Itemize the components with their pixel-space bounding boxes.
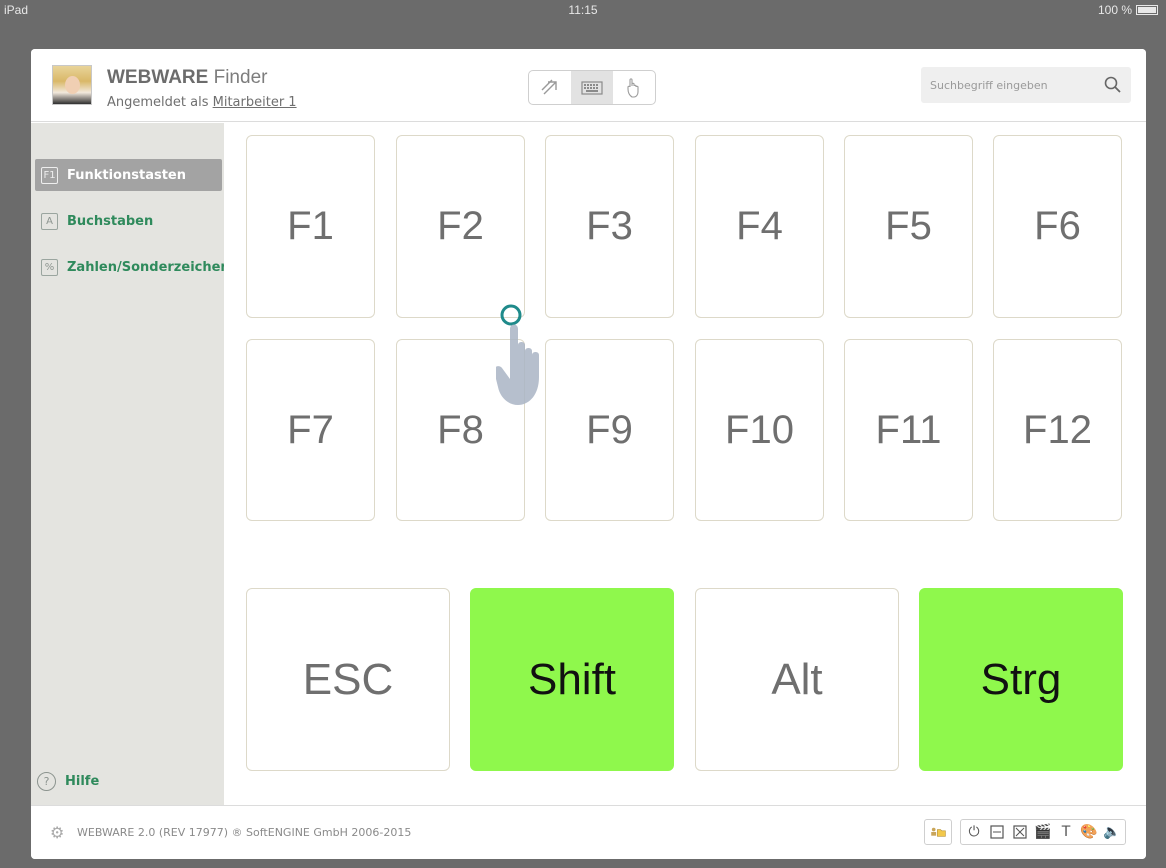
user-link[interactable]: Mitarbeiter 1	[213, 95, 297, 110]
key-f11[interactable]: F11	[844, 339, 973, 521]
battery-percent: 100 %	[1097, 3, 1132, 17]
app-title: WEBWARE Finder	[107, 67, 268, 88]
key-shift[interactable]: Shift	[470, 588, 674, 771]
hand-touch-icon	[627, 77, 639, 98]
sidebar-item-zahlen[interactable]: % Zahlen/Sonderzeichen	[35, 251, 224, 283]
battery-icon	[1136, 5, 1158, 15]
key-f1[interactable]: F1	[246, 135, 375, 318]
function-key-icon: F1	[41, 166, 58, 184]
key-f10[interactable]: F10	[695, 339, 824, 521]
mode-keyboard-button[interactable]	[571, 71, 613, 104]
settings-gear-icon[interactable]: ⚙	[50, 825, 66, 841]
search-input[interactable]	[921, 67, 1091, 103]
mode-pointer-button[interactable]	[529, 71, 571, 104]
key-f8[interactable]: F8	[396, 339, 525, 521]
help-label: Hilfe	[65, 774, 100, 789]
user-avatar[interactable]	[52, 65, 92, 105]
sidebar-item-label: Funktionstasten	[67, 167, 186, 183]
text-size-icon[interactable]: T	[1058, 824, 1074, 840]
footer-toolbar: ⏻ 🎬 T 🎨 🔈	[924, 819, 1126, 845]
fullscreen-icon[interactable]	[1012, 825, 1028, 839]
search-icon[interactable]	[1103, 75, 1123, 95]
key-esc[interactable]: ESC	[246, 588, 450, 771]
power-icon[interactable]: ⏻	[966, 824, 982, 840]
user-folder-icon[interactable]	[930, 823, 946, 841]
key-f9[interactable]: F9	[545, 339, 674, 521]
tool-group-user	[924, 819, 952, 845]
sidebar-item-funktionstasten[interactable]: F1 Funktionstasten	[35, 159, 222, 191]
sidebar-item-buchstaben[interactable]: A Buchstaben	[35, 205, 153, 237]
search-box	[921, 67, 1131, 103]
help-icon: ?	[37, 772, 56, 791]
virtual-keyboard: F1 F2 F3 F4 F5 F6 F7 F8 F9 F10 F11 F12 E…	[224, 123, 1146, 805]
keyboard-icon	[581, 80, 603, 95]
window-icon[interactable]	[989, 825, 1005, 839]
key-alt[interactable]: Alt	[695, 588, 899, 771]
key-strg[interactable]: Strg	[919, 588, 1123, 771]
palette-icon[interactable]: 🎨	[1080, 824, 1097, 840]
input-mode-switch	[528, 70, 656, 105]
key-f6[interactable]: F6	[993, 135, 1122, 318]
app-footer: ⚙ WEBWARE 2.0 (REV 17977) ® SoftENGINE G…	[31, 805, 1146, 859]
tool-group-actions: ⏻ 🎬 T 🎨 🔈	[960, 819, 1126, 845]
key-f4[interactable]: F4	[695, 135, 824, 318]
login-info: Angemeldet als Mitarbeiter 1	[107, 95, 297, 110]
key-f12[interactable]: F12	[993, 339, 1122, 521]
key-f5[interactable]: F5	[844, 135, 973, 318]
copyright-text: WEBWARE 2.0 (REV 17977) ® SoftENGINE Gmb…	[77, 826, 412, 839]
app-header: WEBWARE Finder Angemeldet als Mitarbeite…	[31, 49, 1146, 122]
sidebar-item-label: Buchstaben	[67, 213, 154, 229]
pointer-arrow-icon	[541, 79, 557, 94]
app-window: WEBWARE Finder Angemeldet als Mitarbeite…	[31, 49, 1146, 859]
sidebar: F1 Funktionstasten A Buchstaben % Zahlen…	[31, 123, 224, 805]
status-time: 11:15	[568, 3, 598, 17]
sidebar-item-label: Zahlen/Sonderzeichen	[67, 259, 224, 275]
key-f7[interactable]: F7	[246, 339, 375, 521]
key-f2[interactable]: F2	[396, 135, 525, 318]
device-status-bar: iPad 11:15 100 %	[0, 0, 1166, 22]
clapperboard-icon[interactable]: 🎬	[1034, 824, 1051, 840]
volume-icon[interactable]: 🔈	[1103, 824, 1120, 840]
key-f3[interactable]: F3	[545, 135, 674, 318]
help-link[interactable]: ? Hilfe	[37, 772, 99, 791]
mode-touch-button[interactable]	[613, 71, 655, 104]
letter-icon: A	[41, 212, 58, 230]
percent-icon: %	[41, 258, 58, 276]
